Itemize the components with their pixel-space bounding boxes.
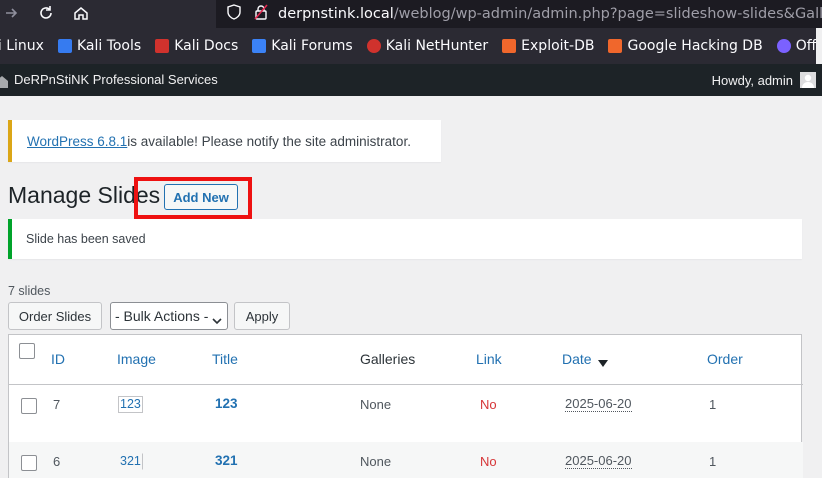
slide-image-thumb[interactable]: 123 [118,396,143,413]
bookmark-exploit-db[interactable]: Exploit-DB [502,38,594,54]
table-row: 6 321 321 None No 2025-06-20 1 [9,442,803,478]
bookmark-nethunter[interactable]: Kali NetHunter [366,38,489,54]
column-id[interactable]: ID [51,351,65,367]
kali-forums-icon [252,39,267,53]
apply-button[interactable]: Apply [234,302,290,330]
slide-title-link[interactable]: 321 [215,453,238,468]
reload-icon[interactable] [35,2,57,24]
bookmark-label: Kali Docs [174,38,239,54]
select-all-checkbox[interactable] [19,343,35,359]
bookmark-label: Kali NetHunter [385,38,489,54]
bookmark-label: Exploit-DB [521,38,595,54]
slides-table: ID Image Title Galleries Link Date Order… [8,334,803,478]
sort-desc-icon [598,355,608,373]
table-header: ID Image Title Galleries Link Date Order [9,335,803,385]
update-notice: WordPress 6.8.1 is available! Please not… [8,120,441,162]
table-row: 7 123 123 None No 2025-06-20 1 [9,385,803,442]
row-link-status: No [480,397,497,412]
admin-bar-site[interactable]: DeRPnStiNK Professional Services [0,72,218,88]
bulk-actions-select[interactable]: - Bulk Actions - [110,302,228,330]
row-checkbox[interactable] [21,455,37,471]
shield-icon[interactable] [226,4,242,24]
bookmark-label: Kali Forums [271,38,353,54]
bookmark-kali-tools[interactable]: Kali Tools [57,38,142,54]
url-path: /weblog/wp-admin/admin.php?page=slidesho… [393,6,822,22]
add-new-button[interactable]: Add New [164,184,238,210]
home-icon [0,74,8,88]
exploit-db-icon [502,39,517,53]
column-image[interactable]: Image [117,351,156,367]
row-link-status: No [480,454,497,469]
insecure-lock-icon[interactable] [254,4,268,24]
avatar [800,72,816,88]
forward-arrow-icon[interactable] [0,2,22,24]
slide-image-thumb[interactable]: 321 [118,453,143,470]
page-title: Manage Slides [8,182,161,208]
wp-admin-bar: DeRPnStiNK Professional Services Howdy, … [0,64,822,96]
saved-notice-text: Slide has been saved [26,232,146,246]
row-id: 7 [53,397,61,412]
admin-bar-account[interactable]: Howdy, admin [712,72,816,88]
bookmark-offsec[interactable]: OffSec [776,38,816,54]
order-slides-button[interactable]: Order Slides [8,302,102,330]
column-date[interactable]: Date [562,351,592,367]
bookmark-label: Google Hacking DB [627,38,763,54]
url-text: derpnstink.local/weblog/wp-admin/admin.p… [278,6,822,22]
site-name: DeRPnStiNK Professional Services [14,72,218,87]
slide-title-link[interactable]: 123 [215,396,238,411]
bookmark-kali-forums[interactable]: Kali Forums [252,38,353,54]
bookmarks-bar: li Linux Kali Tools Kali Docs Kali Forum… [0,28,816,64]
kali-docs-icon [155,39,170,53]
column-link[interactable]: Link [476,351,502,367]
kali-tools-icon [57,39,72,53]
slide-count: 7 slides [8,284,51,298]
row-id: 6 [53,454,61,469]
row-order: 1 [709,397,717,412]
ghdb-icon [608,39,623,53]
offsec-icon [776,39,791,53]
url-host: derpnstink.local [278,6,394,22]
bookmark-label: li Linux [0,38,44,54]
wordpress-version-link[interactable]: WordPress 6.8.1 [27,134,127,149]
column-order[interactable]: Order [707,351,743,367]
chevron-down-icon [212,312,222,328]
bookmark-kali-linux[interactable]: li Linux [0,38,44,54]
saved-notice: Slide has been saved [8,219,802,259]
column-title[interactable]: Title [212,351,238,367]
bookmark-ghdb[interactable]: Google Hacking DB [608,38,763,54]
update-notice-text: is available! Please notify the site adm… [127,133,411,149]
column-galleries: Galleries [360,351,416,367]
browser-toolbar: derpnstink.local/weblog/wp-admin/admin.p… [0,0,822,28]
row-date: 2025-06-20 [565,453,632,469]
bookmark-label: OffSec [795,38,816,54]
row-date: 2025-06-20 [565,396,632,412]
row-galleries: None [360,454,392,469]
row-galleries: None [360,397,392,412]
row-order: 1 [709,454,717,469]
bookmark-kali-docs[interactable]: Kali Docs [155,38,238,54]
wp-content: WordPress 6.8.1 is available! Please not… [0,96,822,478]
bulk-actions-value: - Bulk Actions - [115,308,209,324]
nethunter-icon [366,39,381,53]
row-checkbox[interactable] [21,398,37,414]
howdy-text: Howdy, admin [711,72,793,88]
address-bar[interactable]: derpnstink.local/weblog/wp-admin/admin.p… [216,0,822,28]
home-icon[interactable] [70,2,92,24]
bookmark-label: Kali Tools [76,38,142,54]
